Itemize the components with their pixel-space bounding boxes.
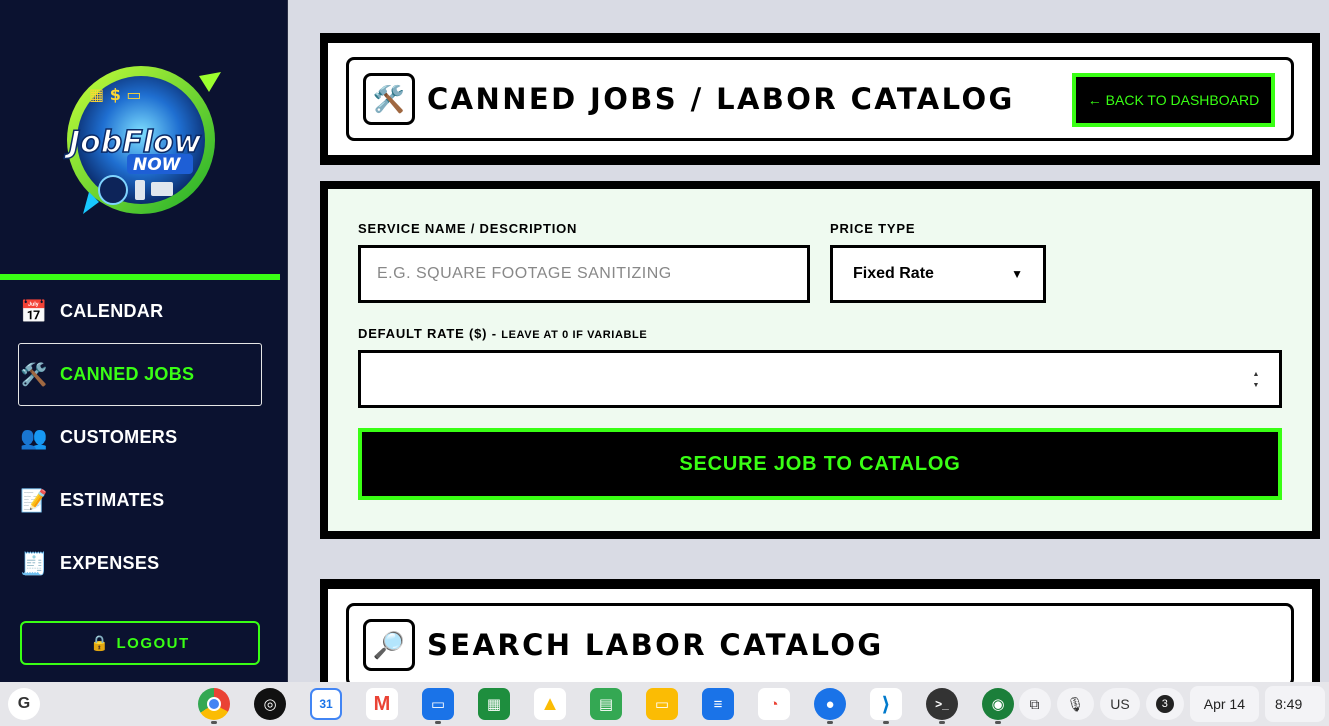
logout-label: LOGOUT	[116, 634, 190, 652]
podcast-icon[interactable]: ◎	[242, 686, 298, 722]
slides-icon[interactable]: ▭	[634, 686, 690, 722]
memo-icon: 📝	[20, 487, 48, 513]
service-name-label: SERVICE NAME / DESCRIPTION	[358, 221, 578, 236]
magnifier-icon: 🔎	[363, 619, 415, 671]
docs-icon[interactable]: ≡	[690, 686, 746, 722]
sidebar: ▦ $ ▭ JobFlow NOW 📅 CALENDAR 🛠️ CANNED J…	[0, 0, 288, 682]
page-title: CANNED JOBS / LABOR CATALOG	[427, 82, 1015, 116]
sidebar-item-calendar[interactable]: 📅 CALENDAR	[18, 280, 262, 343]
screen-capture-icon[interactable]: ⧉	[1018, 688, 1051, 720]
gmail-icon[interactable]: M	[354, 686, 410, 722]
date-display[interactable]: Apr 14	[1189, 686, 1259, 722]
page-header-panel: 🛠️ CANNED JOBS / LABOR CATALOG ← BACK TO…	[320, 33, 1320, 165]
sidebar-item-canned-jobs[interactable]: 🛠️ CANNED JOBS	[18, 343, 262, 406]
back-to-dashboard-button[interactable]: ← BACK TO DASHBOARD	[1072, 73, 1275, 127]
svg-text:▦ $ ▭: ▦ $ ▭	[89, 85, 142, 104]
price-type-select[interactable]: Fixed Rate ▼	[830, 245, 1046, 303]
price-type-label: PRICE TYPE	[830, 221, 916, 236]
price-type-value: Fixed Rate	[853, 265, 934, 282]
google-calendar-icon[interactable]: 31	[298, 686, 354, 722]
default-rate-input[interactable]: ▲ ▼	[358, 350, 1282, 408]
chrome-icon[interactable]	[186, 686, 242, 724]
chrome-web-store-icon[interactable]: ◔	[746, 686, 802, 722]
add-job-form-panel: SERVICE NAME / DESCRIPTION E.G. SQUARE F…	[320, 181, 1320, 539]
shelf-apps: ◎ 31 M ▭ ▦ ▲ ▤ ▭ ≡ ◔ ● ⟩ >_ ◉	[186, 686, 1026, 724]
microphone-icon[interactable]: 🎙	[1056, 688, 1095, 720]
sidebar-item-expenses[interactable]: 🧾 EXPENSES	[18, 532, 262, 595]
sidebar-item-label: ESTIMATES	[60, 490, 165, 510]
tools-icon: 🛠️	[363, 73, 415, 125]
terminal-icon[interactable]: >_	[914, 686, 970, 724]
os-taskbar: G ◎ 31 M ▭ ▦ ▲ ▤ ▭ ≡ ◔ ● ⟩ >_ ◉ ⧉ 🎙 US 3…	[0, 682, 1329, 726]
sidebar-item-label: CUSTOMERS	[60, 427, 178, 447]
drive-icon[interactable]: ▲	[522, 686, 578, 722]
add-job-form: SERVICE NAME / DESCRIPTION E.G. SQUARE F…	[328, 189, 1312, 531]
secure-job-button[interactable]: SECURE JOB TO CATALOG	[358, 428, 1282, 500]
files-icon[interactable]: ▭	[410, 686, 466, 724]
default-rate-label: DEFAULT RATE ($) - LEAVE AT 0 IF VARIABL…	[358, 326, 647, 341]
time-display[interactable]: 8:49	[1265, 686, 1325, 722]
receipt-icon: 🧾	[20, 550, 48, 576]
chevron-down-icon: ▼	[1011, 267, 1023, 281]
notification-count: 3	[1155, 695, 1174, 713]
sidebar-item-label: EXPENSES	[60, 553, 160, 573]
search-catalog-panel: 🔎 SEARCH LABOR CATALOG	[320, 579, 1320, 689]
number-spinner[interactable]: ▲ ▼	[1251, 371, 1261, 389]
keyboard-layout[interactable]: US	[1100, 688, 1140, 720]
tools-icon: 🛠️	[20, 361, 48, 387]
sidebar-nav: 📅 CALENDAR 🛠️ CANNED JOBS 👥 CUSTOMERS 📝 …	[18, 280, 262, 595]
sidebar-item-label: CALENDAR	[60, 301, 164, 321]
sheets-icon[interactable]: ▦	[466, 686, 522, 722]
jobflow-logo[interactable]: ▦ $ ▭ JobFlow NOW	[59, 52, 229, 222]
sidebar-item-estimates[interactable]: 📝 ESTIMATES	[18, 469, 262, 532]
people-icon: 👥	[20, 424, 48, 450]
lock-icon: 🔒	[90, 635, 111, 652]
service-name-input[interactable]: E.G. SQUARE FOOTAGE SANITIZING	[358, 245, 810, 303]
sidebar-item-label: CANNED JOBS	[60, 364, 195, 384]
system-tray: ⧉ 🎙 US 3 Apr 14 8:49	[1018, 686, 1329, 722]
spinner-up-icon[interactable]: ▲	[1253, 371, 1260, 378]
page-header: 🛠️ CANNED JOBS / LABOR CATALOG ← BACK TO…	[328, 43, 1312, 155]
launcher-button[interactable]: G	[8, 688, 40, 720]
search-title-box: 🔎 SEARCH LABOR CATALOG	[346, 603, 1294, 687]
logo-area: ▦ $ ▭ JobFlow NOW	[0, 0, 287, 274]
notifications-button[interactable]: 3	[1145, 688, 1184, 720]
sheets-alt-icon[interactable]: ▤	[578, 686, 634, 722]
sidebar-item-customers[interactable]: 👥 CUSTOMERS	[18, 406, 262, 469]
calendar-icon: 📅	[20, 298, 48, 324]
default-rate-label-text: DEFAULT RATE ($) -	[358, 326, 497, 341]
spinner-down-icon[interactable]: ▼	[1253, 382, 1260, 389]
default-rate-hint: LEAVE AT 0 IF VARIABLE	[501, 329, 648, 341]
logout-button[interactable]: 🔒 LOGOUT	[20, 621, 260, 665]
search-catalog-title: SEARCH LABOR CATALOG	[427, 628, 884, 662]
title-box: 🛠️ CANNED JOBS / LABOR CATALOG ← BACK TO…	[346, 57, 1294, 141]
messages-icon[interactable]: ●	[802, 686, 858, 724]
search-catalog-header: 🔎 SEARCH LABOR CATALOG	[328, 589, 1312, 689]
vscode-icon[interactable]: ⟩	[858, 686, 914, 724]
svg-text:NOW: NOW	[133, 155, 182, 175]
